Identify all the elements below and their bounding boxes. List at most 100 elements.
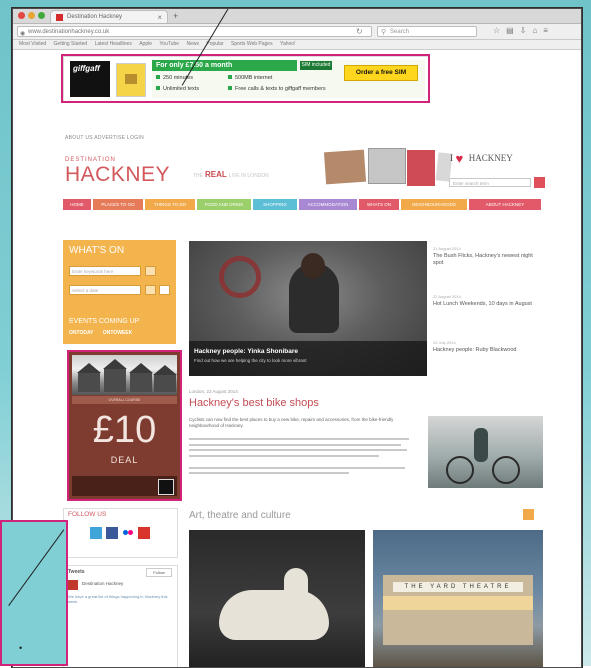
date-input[interactable]: Select a date bbox=[69, 285, 141, 295]
avatar bbox=[68, 580, 78, 590]
top-links[interactable]: ABOUT US ADVERTISE LOGIN bbox=[65, 135, 144, 141]
header-photo bbox=[407, 150, 435, 186]
close-window-button[interactable] bbox=[18, 12, 25, 19]
bookmark-item[interactable]: Yahoo! bbox=[280, 40, 295, 49]
browser-tab[interactable]: Destination Hackney × bbox=[50, 10, 168, 23]
statue-shape bbox=[284, 568, 308, 606]
view-toggle bbox=[523, 509, 534, 520]
events-title: EVENTS COMING UP bbox=[69, 318, 140, 325]
banner-ad[interactable]: giffgaff For only £7.50 a month SIM incl… bbox=[63, 56, 430, 103]
browser-search-input[interactable]: ⚲ Search bbox=[377, 26, 477, 37]
article-body-text bbox=[189, 438, 409, 478]
side-ad-highlight-frame bbox=[67, 350, 182, 501]
tweets-title: Tweets bbox=[68, 569, 85, 575]
minimize-window-button[interactable] bbox=[28, 12, 35, 19]
calendar-icon[interactable] bbox=[145, 285, 156, 295]
ad-brand-logo: giffgaff bbox=[70, 61, 110, 97]
theatre-lights bbox=[383, 596, 533, 610]
article-lead: Cyclists can now find the best places to… bbox=[189, 417, 394, 428]
theatre-sign: THE YARD THEATRE bbox=[393, 582, 523, 592]
bookmark-item[interactable]: Getting Started bbox=[54, 40, 88, 49]
nav-item[interactable]: ACCOMMODATION bbox=[299, 199, 357, 210]
nav-item[interactable]: ABOUT HACKNEY bbox=[469, 199, 541, 210]
order-sim-button[interactable]: Order a free SIM bbox=[344, 65, 418, 81]
list-item-title[interactable]: The Bush Flicks, Hackney's newest night … bbox=[433, 253, 543, 267]
nav-item[interactable]: FOOD AND DRINK bbox=[197, 199, 251, 210]
home-icon[interactable]: ⌂ bbox=[532, 26, 537, 35]
site-search-input[interactable]: Enter search term bbox=[449, 178, 531, 187]
nav-item[interactable]: THINGS TO DO bbox=[145, 199, 195, 210]
bookmarks-menu-icon[interactable]: ▤ bbox=[506, 26, 514, 35]
tweets-widget: Tweets Follow Destination Hackney We hav… bbox=[63, 565, 178, 667]
theatre-thumbnail[interactable]: THE YARD THEATRE bbox=[373, 530, 543, 667]
grid-icon[interactable] bbox=[523, 509, 534, 520]
events-week-link[interactable]: ONTOWEEK bbox=[103, 330, 132, 336]
site-logo[interactable]: HACKNEY bbox=[65, 163, 170, 187]
bookmark-star-icon[interactable]: ☆ bbox=[493, 26, 500, 35]
bookmark-item[interactable]: News bbox=[186, 40, 199, 49]
sim-card-image bbox=[116, 63, 146, 97]
section-title: Art, theatre and culture bbox=[189, 510, 291, 521]
heart-icon: ♥ bbox=[455, 151, 464, 166]
zoom-window-button[interactable] bbox=[38, 12, 45, 19]
tab-title: Destination Hackney bbox=[67, 14, 123, 20]
statue-shape bbox=[219, 590, 329, 640]
site-search-button[interactable] bbox=[534, 177, 545, 188]
keyword-input[interactable]: Enter keywords here bbox=[69, 266, 141, 276]
article-title[interactable]: Hackney's best bike shops bbox=[189, 397, 319, 409]
ad-feature: Free calls & texts to giffgaff members bbox=[228, 86, 326, 92]
events-today-link[interactable]: ONTODAY bbox=[69, 330, 93, 336]
header-photo bbox=[368, 148, 406, 184]
site-tagline: THE REAL LIVE IN LONDON bbox=[193, 170, 269, 179]
ad-headline: For only £7.50 a month bbox=[152, 60, 297, 71]
bookmark-item[interactable]: Latest Headlines bbox=[95, 40, 132, 49]
search-go-button[interactable] bbox=[159, 285, 170, 295]
list-item[interactable]: 20 July 2014 Hackney people: Ruby Blackw… bbox=[433, 340, 543, 354]
nav-item[interactable]: SHOPPING bbox=[253, 199, 297, 210]
reload-icon[interactable]: ↻ bbox=[356, 26, 363, 37]
tab-close-icon[interactable]: × bbox=[157, 11, 162, 24]
new-tab-icon[interactable]: + bbox=[173, 11, 178, 21]
list-item-date: 20 July 2014 bbox=[433, 340, 456, 345]
facebook-icon[interactable] bbox=[106, 527, 118, 539]
site-info-icon: ◉ bbox=[20, 31, 26, 37]
social-icons bbox=[90, 527, 150, 539]
art-thumbnail[interactable] bbox=[189, 530, 365, 667]
callout-box bbox=[0, 520, 68, 666]
navigation-bar: ◉ www.destinationhackney.co.uk ↻ ⚲ Searc… bbox=[13, 24, 581, 40]
list-item-date: 21 August 2014 bbox=[433, 246, 461, 251]
window-controls[interactable] bbox=[18, 12, 45, 19]
list-item[interactable]: 22 August 2014 Hot Lunch Weekends, 10 da… bbox=[433, 294, 543, 308]
bookmark-item[interactable]: YouTube bbox=[159, 40, 179, 49]
bike-photo[interactable] bbox=[428, 416, 543, 488]
nav-item[interactable]: HOME bbox=[63, 199, 91, 210]
ad-feature: Unlimited texts bbox=[156, 86, 199, 92]
list-item-title[interactable]: Hot Lunch Weekends, 10 days in August bbox=[433, 301, 543, 308]
nav-item[interactable]: PLACES TO GO bbox=[93, 199, 143, 210]
search-go-button[interactable] bbox=[145, 266, 156, 276]
bookmark-item[interactable]: Apple bbox=[139, 40, 152, 49]
menu-icon[interactable]: ≡ bbox=[543, 26, 548, 35]
flickr-icon[interactable] bbox=[122, 527, 134, 539]
hero-caption-title[interactable]: Hackney people: Yinka Shonibare bbox=[194, 348, 298, 355]
callout-dot: • bbox=[19, 643, 23, 653]
download-icon[interactable]: ⇩ bbox=[520, 26, 527, 35]
youtube-icon[interactable] bbox=[138, 527, 150, 539]
bookmark-item[interactable]: Most Visited bbox=[19, 40, 46, 49]
twitter-icon[interactable] bbox=[90, 527, 102, 539]
tweet-text: We have a great list of things happening… bbox=[68, 594, 168, 604]
i-love-hackney-logo: I ♥ HACKNEY bbox=[450, 151, 513, 166]
nav-item[interactable]: WHATS ON bbox=[359, 199, 399, 210]
list-item[interactable]: 21 August 2014 The Bush Flicks, Hackney'… bbox=[433, 246, 543, 267]
bookmark-item[interactable]: Sports Web Pages bbox=[231, 40, 273, 49]
hero-feature[interactable]: Hackney people: Yinka Shonibare Find out… bbox=[189, 241, 427, 376]
nav-item[interactable]: NEIGHBOURHOODS bbox=[401, 199, 467, 210]
toolbar-icons: ☆ ▤ ⇩ ⌂ ≡ bbox=[493, 26, 548, 35]
address-bar[interactable]: ◉ www.destinationhackney.co.uk ↻ bbox=[17, 26, 372, 37]
follow-us-panel: FOLLOW US bbox=[63, 508, 178, 558]
wreath-shape bbox=[219, 256, 261, 298]
ad-feature: 500MB internet bbox=[228, 75, 272, 81]
tweet-account[interactable]: Destination Hackney bbox=[82, 581, 123, 586]
list-item-title[interactable]: Hackney people: Ruby Blackwood bbox=[433, 347, 543, 354]
follow-button[interactable]: Follow bbox=[146, 568, 172, 577]
